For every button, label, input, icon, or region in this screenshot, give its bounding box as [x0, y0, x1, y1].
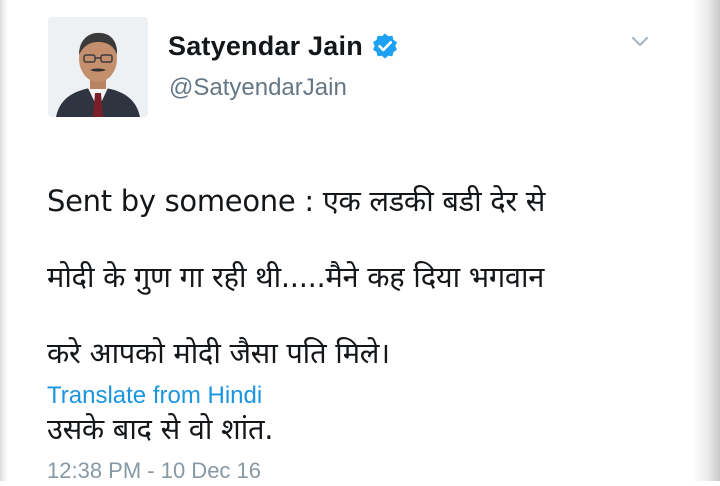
- chevron-down-icon[interactable]: [628, 32, 652, 52]
- translate-link[interactable]: Translate from Hindi: [47, 382, 262, 410]
- author-name-row[interactable]: Satyendar Jain: [168, 27, 399, 65]
- tweet-text: Sent by someone : एक लडकी बडी देर से मोद…: [47, 144, 687, 486]
- tweet-text-line: Sent by someone : एक लडकी बडी देर से: [47, 184, 546, 218]
- verified-badge-icon: [371, 32, 399, 60]
- screen-edge-shadow-right: [692, 0, 720, 481]
- avatar[interactable]: [48, 17, 148, 117]
- tweet-text-line: मोदी के गुण गा रही थी.....मैने कह दिया भ…: [47, 260, 545, 294]
- tweet-text-line: करे आपको मोदी जैसा पति मिले।: [47, 336, 390, 370]
- screen-edge-shadow-left: [0, 0, 8, 481]
- tweet-timestamp[interactable]: 12:38 PM - 10 Dec 16: [47, 458, 261, 484]
- display-name[interactable]: Satyendar Jain: [168, 31, 363, 62]
- user-handle[interactable]: @SatyendarJain: [169, 74, 347, 102]
- tweet-text-line: उसके बाद से वो शांत.: [47, 412, 274, 446]
- profile-photo-icon: [48, 17, 148, 117]
- tweet-card: Satyendar Jain @SatyendarJain Sent by so…: [0, 0, 720, 484]
